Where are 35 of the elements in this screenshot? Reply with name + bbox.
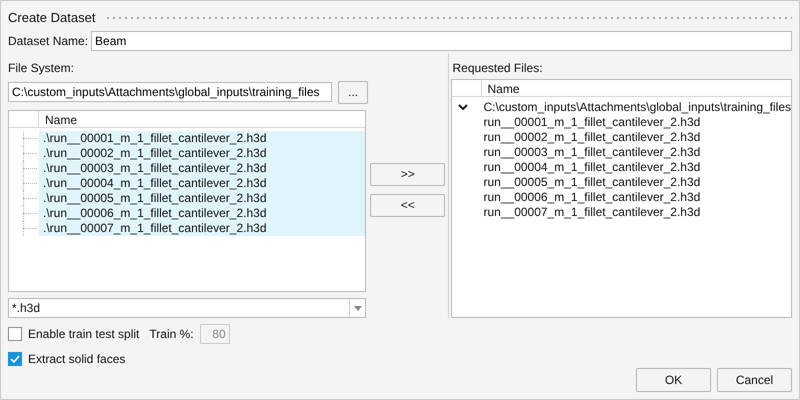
tree-item[interactable]: run__00005_m_1_fillet_cantilever_2.h3d	[452, 174, 700, 190]
ok-button[interactable]: OK	[636, 368, 711, 392]
field-label: Train %:	[149, 326, 194, 343]
window-title: Create Dataset	[8, 9, 96, 28]
tree-item[interactable]: .\run__00006_m_1_fillet_cantilever_2.h3d	[39, 206, 366, 221]
tree-item[interactable]: .\run__00001_m_1_fillet_cantilever_2.h3d	[39, 130, 366, 146]
column-header[interactable]: Name	[39, 110, 78, 127]
tree-item[interactable]: run__00004_m_1_fillet_cantilever_2.h3d	[452, 160, 700, 175]
checkbox[interactable]	[8, 352, 22, 366]
field-label: Dataset Name:	[8, 32, 88, 50]
checkbox-label: Extract solid faces	[28, 351, 126, 368]
path-field[interactable]: C:\custom_inputs\Attachments\global_inputs\training_files	[8, 82, 332, 102]
tree-item[interactable]: run__00002_m_1_fillet_cantilever_2.h3d	[452, 130, 700, 145]
checkbox-label: Enable train test split	[28, 326, 140, 343]
tree-item[interactable]: run__00006_m_1_fillet_cantilever_2.h3d	[452, 190, 700, 205]
column-header[interactable]: Name	[482, 80, 520, 96]
tree-item[interactable]: .\run__00005_m_1_fillet_cantilever_2.h3d	[39, 190, 366, 206]
tree-item[interactable]: .\run__00003_m_1_fillet_cantilever_2.h3d	[39, 160, 366, 176]
name-field[interactable]: Beam	[91, 30, 792, 51]
transfer-button[interactable]: >>	[370, 162, 446, 186]
cancel-button[interactable]: Cancel	[717, 368, 792, 392]
browse-button[interactable]: ...	[338, 80, 368, 104]
section-label: Requested Files:	[452, 60, 544, 77]
transfer-button[interactable]: <<	[370, 194, 446, 217]
section-label: File System:	[8, 60, 76, 77]
tree-item[interactable]: .\run__00007_m_1_fillet_cantilever_2.h3d	[39, 220, 366, 236]
checkbox[interactable]	[8, 327, 22, 341]
tree-item[interactable]: run__00007_m_1_fillet_cantilever_2.h3d	[452, 204, 700, 220]
tree-item[interactable]: .\run__00004_m_1_fillet_cantilever_2.h3d	[39, 176, 366, 191]
filter-combo[interactable]: *.h3d	[8, 298, 366, 318]
tree-item[interactable]: .\run__00002_m_1_fillet_cantilever_2.h3d	[39, 146, 366, 161]
tree-item[interactable]: run__00001_m_1_fillet_cantilever_2.h3d	[452, 114, 700, 130]
expand-chevron-icon[interactable]	[458, 104, 468, 110]
tree-item[interactable]: C:\custom_inputs\Attachments\global_inputs\training_files	[484, 100, 791, 115]
tree-item[interactable]: run__00003_m_1_fillet_cantilever_2.h3d	[452, 144, 700, 160]
